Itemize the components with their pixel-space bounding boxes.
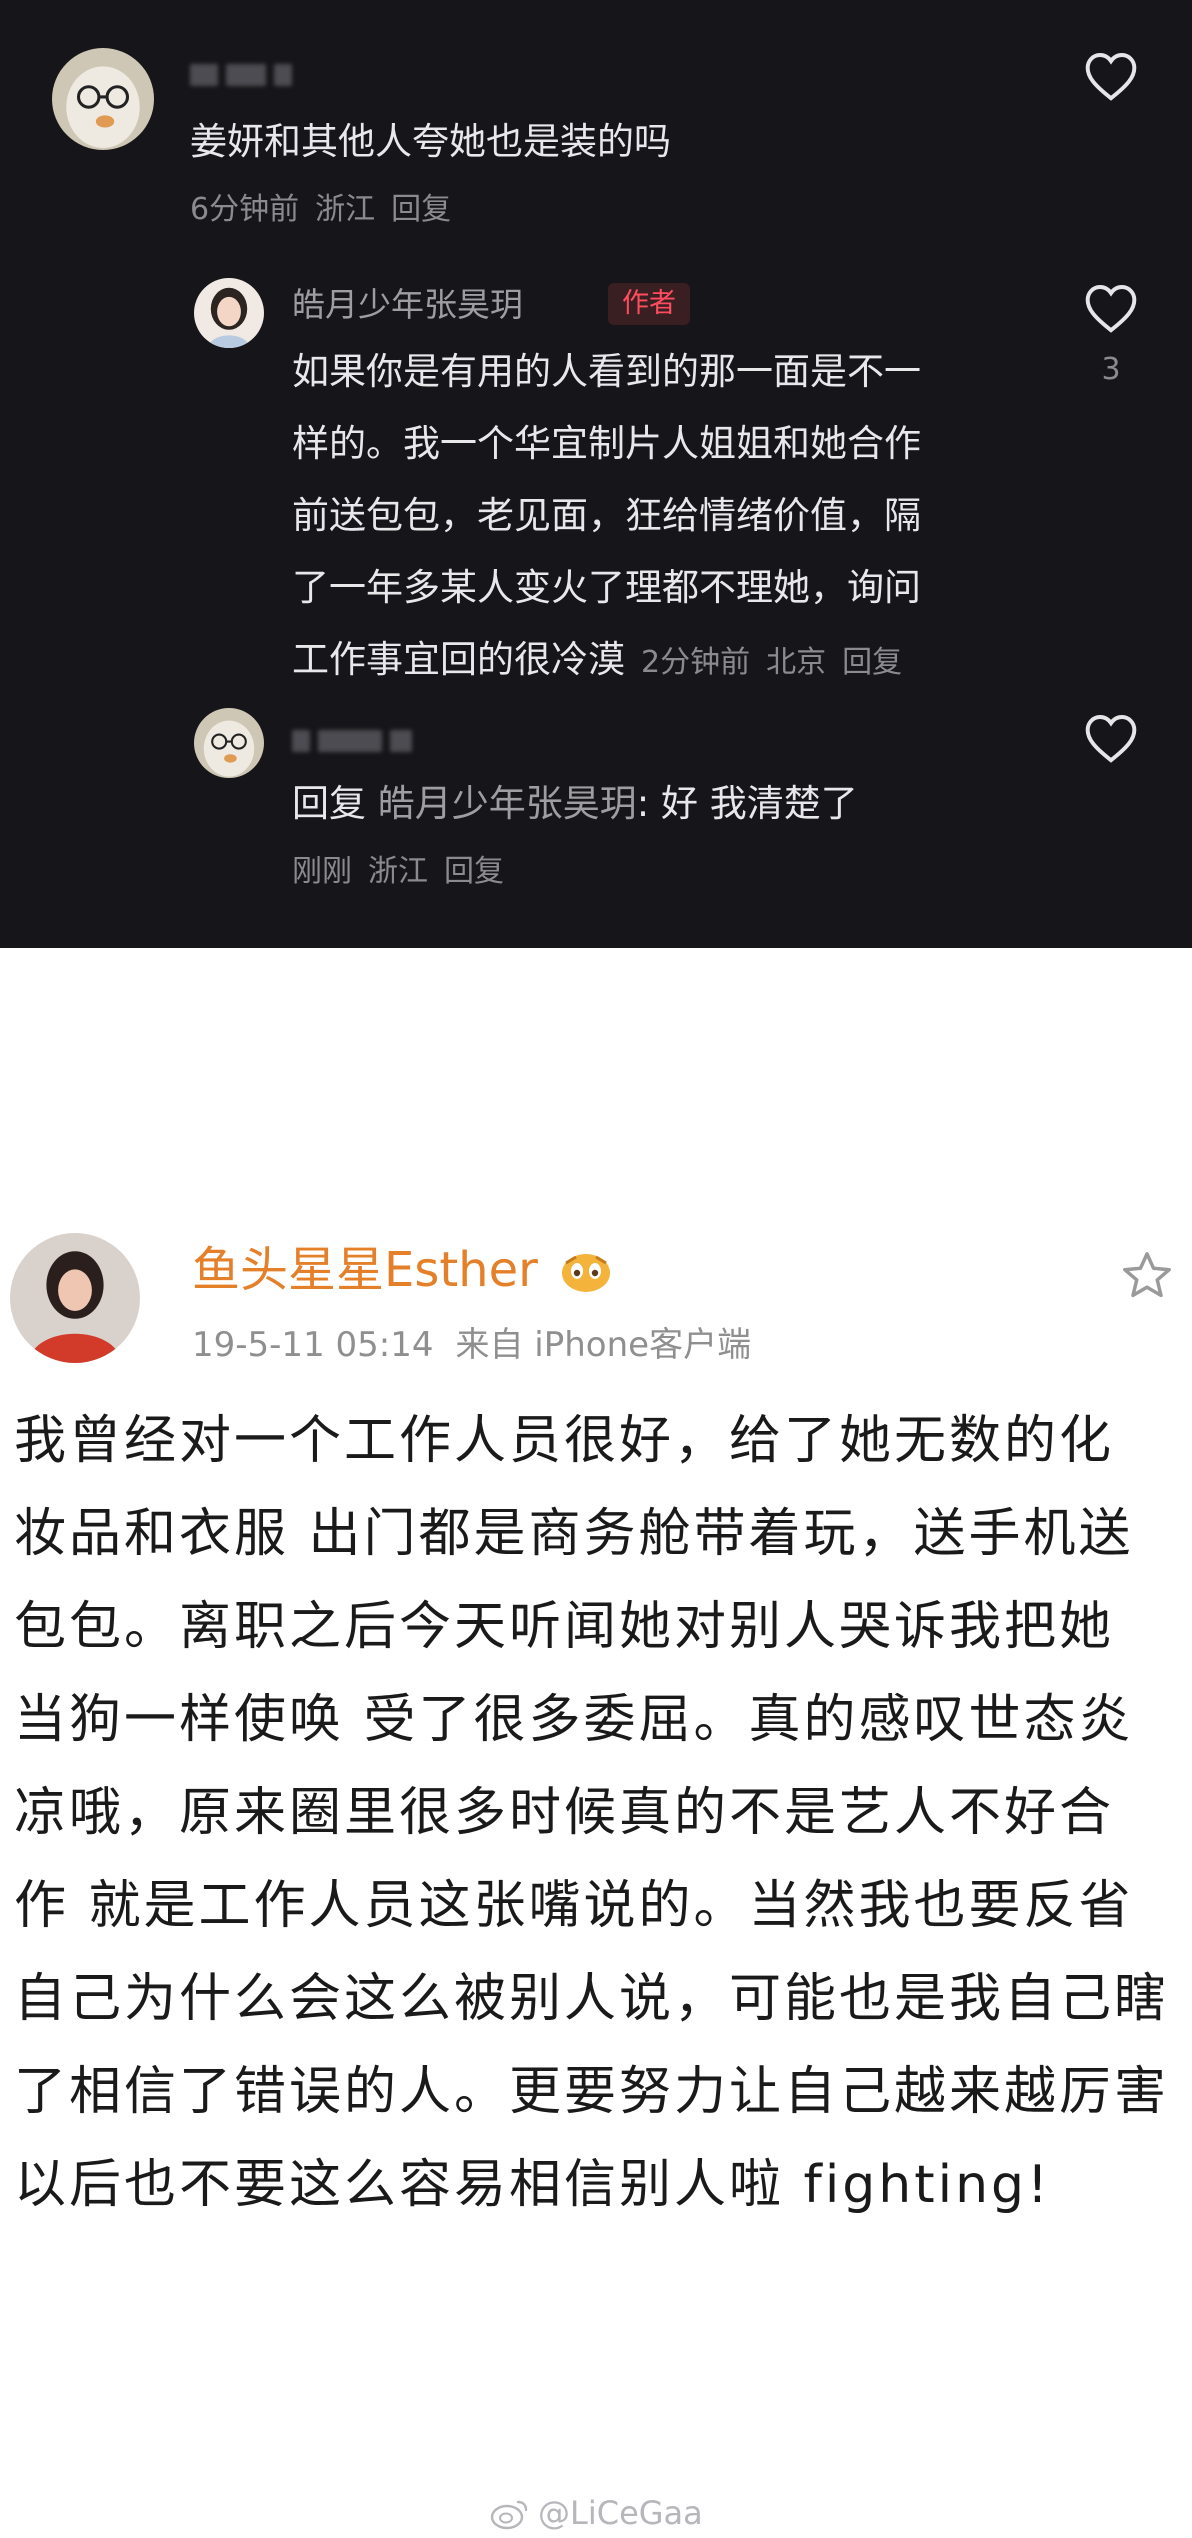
post-meta: 19-5-11 05:14 来自 iPhone客户端 [192,1320,751,1370]
reply-line: 如果你是有用的人看到的那一面是不一 [292,350,921,393]
post-line: 以后也不要这么容易相信别人啦 fighting! [14,2155,1051,2215]
heart-outline-icon[interactable] [1083,50,1139,102]
star-outline-icon[interactable] [1118,1248,1176,1304]
post-line: 当狗一样使唤 受了很多委屈。真的感叹世态炎 [14,1690,1134,1750]
post-date: 19-5-11 05:14 [192,1325,434,1365]
post-line: 自己为什么会这么被别人说，可能也是我自己瞎 [14,1969,1170,2029]
post-line: 作 就是工作人员这张嘴说的。当然我也要反省 [14,1876,1134,1936]
reply-line: 样的。我一个华宜制片人姐姐和她合作 [292,422,921,465]
blurred-username [292,730,412,752]
comment-location: 浙江 [315,192,376,227]
post-line: 凉哦，原来圈里很多时候真的不是艺人不好合 [14,1783,1115,1843]
reply-link[interactable]: 回复 [842,645,902,680]
weibo-logo-icon [490,2500,528,2530]
comment-panel: 姜妍和其他人夸她也是装的吗 6分钟前 浙江 回复 皓月少年张昊玥 作者 如果你是有用… [0,0,1192,948]
commenter-avatar[interactable] [194,708,264,778]
heart-outline-icon[interactable] [1083,282,1139,334]
reply-line: 了一年多某人变火了理都不理她，询问 [292,566,921,609]
reply-target[interactable]: 皓月少年张昊玥 [378,782,637,825]
comment-time: 6分钟前 [190,192,300,227]
comment-time: 2分钟前 [641,645,751,680]
follow-up-text: 回复 皓月少年张昊玥: 好 我清楚了 [292,768,858,840]
comment-text: 姜妍和其他人夸她也是装的吗 [190,120,671,163]
follow-up-body: : 好 我清楚了 [636,782,858,825]
author-avatar[interactable] [194,278,264,348]
watermark-text: @LiCeGaa [538,2494,703,2532]
post-body: 我曾经对一个工作人员很好，给了她无数的化 妆品和衣服 出门都是商务舱带着玩，送手… [14,1395,1184,2232]
post-line: 妆品和衣服 出门都是商务舱带着玩，送手机送 [14,1504,1134,1564]
comment-location: 北京 [766,645,827,680]
author-reply-meta: 2分钟前 北京 回复 [625,645,902,680]
comment-time: 刚刚 [292,854,352,889]
post-line: 我曾经对一个工作人员很好，给了她无数的化 [14,1411,1115,1471]
post-line: 了相信了错误的人。更要努力让自己越来越厉害 [14,2062,1170,2122]
like-count: 3 [1101,352,1121,387]
commenter-avatar[interactable] [52,48,154,150]
comment-location: 浙江 [368,854,428,889]
author-reply-text: 如果你是有用的人看到的那一面是不一 样的。我一个华宜制片人姐姐和她合作 前送包包… [292,336,1032,699]
reply-link[interactable]: 回复 [391,192,451,227]
post-username[interactable]: 鱼头星星Esther [192,1238,538,1302]
reply-line: 前送包包，老见面，狂给情绪价值，隔 [292,494,921,537]
reply-prefix: 回复 [292,782,366,825]
reply-link[interactable]: 回复 [444,854,504,889]
author-tag: 作者 [608,283,690,325]
author-name[interactable]: 皓月少年张昊玥 [292,283,523,327]
post-line: 包包。离职之后今天听闻她对别人哭诉我把她 [14,1597,1115,1657]
post-avatar[interactable] [10,1233,140,1363]
reply-line: 工作事宜回的很冷漠 [292,638,625,681]
emoji-badge-icon [562,1254,610,1292]
heart-outline-icon[interactable] [1083,712,1139,764]
blurred-username [190,64,292,86]
post-source: 来自 iPhone客户端 [455,1325,752,1365]
reply-line-last: 工作事宜回的很冷漠 2分钟前 北京 回复 [292,624,1032,699]
comment-meta: 6分钟前 浙江 回复 [190,190,451,230]
follow-up-meta: 刚刚 浙江 回复 [292,852,504,892]
watermark: @LiCeGaa [490,2493,703,2533]
